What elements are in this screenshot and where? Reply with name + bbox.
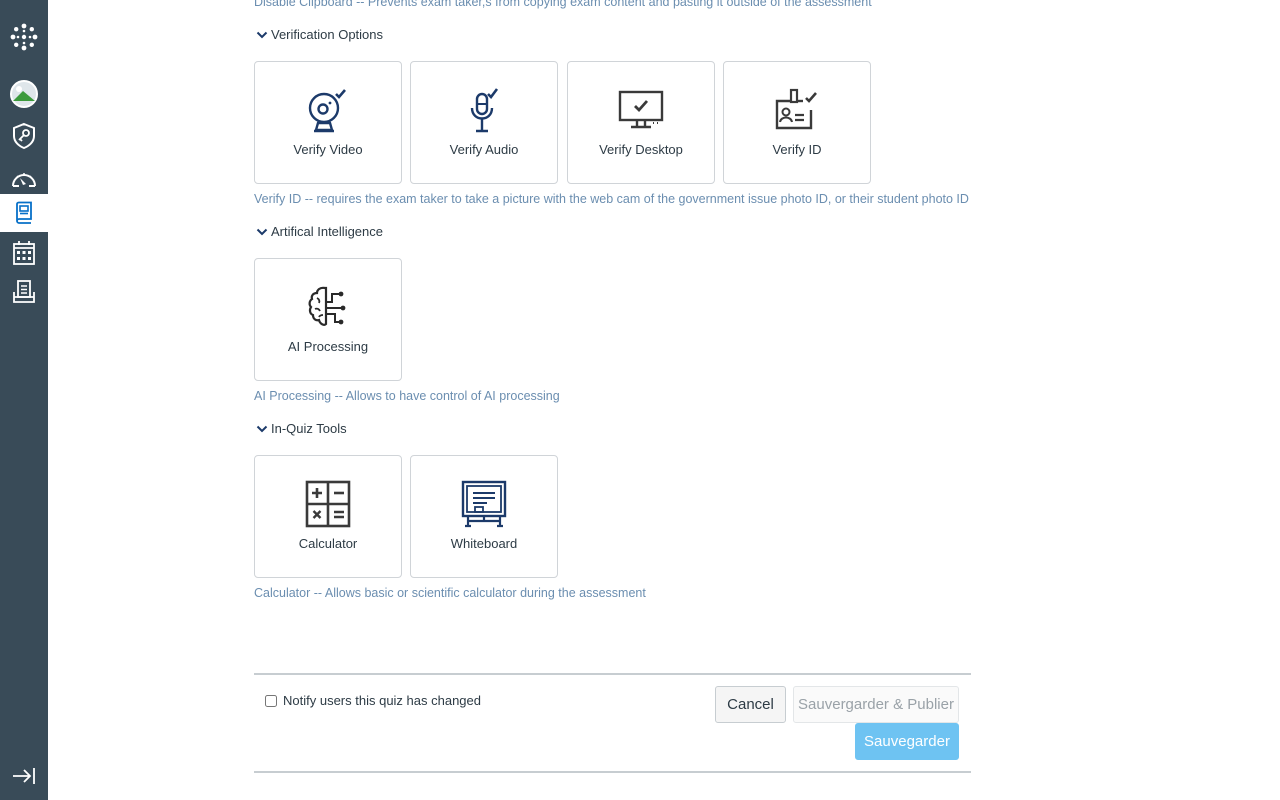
nav-admin[interactable] bbox=[0, 117, 48, 155]
canvas-logo-icon bbox=[10, 23, 38, 51]
calculator-icon bbox=[305, 480, 351, 528]
cancel-button[interactable]: Cancel bbox=[715, 686, 786, 723]
chevron-down-icon bbox=[256, 228, 268, 235]
nav-calendar[interactable] bbox=[0, 234, 48, 272]
nav-dashboard[interactable] bbox=[0, 159, 48, 197]
id-badge-check-icon bbox=[775, 88, 817, 130]
tile-label: Verify Desktop bbox=[599, 142, 683, 157]
speedometer-icon bbox=[12, 173, 36, 187]
section-toggle-verification-options[interactable]: Verification Options bbox=[256, 27, 383, 42]
footer-divider-bottom bbox=[254, 771, 971, 773]
tile-label: Verify ID bbox=[772, 142, 822, 157]
save-and-publish-button[interactable]: Sauvergarder & Publier bbox=[793, 686, 959, 723]
section-title: Verification Options bbox=[271, 27, 384, 42]
inbox-icon bbox=[13, 280, 35, 303]
tile-label: Calculator bbox=[298, 536, 358, 551]
tile-label: Whiteboard bbox=[450, 536, 518, 551]
nav-collapse[interactable] bbox=[0, 757, 48, 795]
tile-whiteboard[interactable]: Whiteboard bbox=[410, 455, 558, 578]
notify-users-label: Notify users this quiz has changed bbox=[283, 693, 481, 708]
footer-divider-top bbox=[254, 673, 971, 675]
tile-ai-processing[interactable]: AI Processing bbox=[254, 258, 402, 381]
monitor-check-icon bbox=[618, 90, 664, 129]
section-title: Artifical Intelligence bbox=[271, 224, 383, 239]
section-toggle-in-quiz-tools[interactable]: In-Quiz Tools bbox=[256, 421, 347, 436]
notify-users-checkbox[interactable] bbox=[265, 694, 277, 707]
brain-circuit-icon bbox=[308, 286, 346, 326]
book-icon bbox=[16, 201, 32, 224]
disable-clipboard-help-text: Disable Clipboard -- Prevents exam taker… bbox=[254, 0, 872, 9]
collapse-arrow-icon bbox=[13, 768, 35, 784]
tile-calculator[interactable]: Calculator bbox=[254, 455, 402, 578]
whiteboard-icon bbox=[461, 480, 507, 528]
calendar-icon bbox=[13, 241, 35, 265]
global-navigation bbox=[0, 0, 48, 800]
nav-account[interactable] bbox=[0, 75, 48, 113]
tile-verify-audio[interactable]: Verify Audio bbox=[410, 61, 558, 184]
shield-key-icon bbox=[13, 122, 35, 150]
webcam-check-icon bbox=[308, 89, 346, 133]
save-button[interactable]: Sauvegarder bbox=[855, 723, 959, 760]
tile-label: Verify Video bbox=[293, 142, 363, 157]
tile-label: Verify Audio bbox=[449, 142, 519, 157]
nav-courses[interactable] bbox=[0, 194, 48, 232]
notify-users-option[interactable]: Notify users this quiz has changed bbox=[265, 693, 481, 708]
section-toggle-artificial-intelligence[interactable]: Artifical Intelligence bbox=[256, 224, 383, 239]
calculator-help-text: Calculator -- Allows basic or scientific… bbox=[254, 586, 646, 600]
tile-verify-desktop[interactable]: Verify Desktop bbox=[567, 61, 715, 184]
quiz-settings-content: Disable Clipboard -- Prevents exam taker… bbox=[48, 0, 1280, 800]
tile-verify-id[interactable]: Verify ID bbox=[723, 61, 871, 184]
chevron-down-icon bbox=[256, 31, 268, 38]
section-title: In-Quiz Tools bbox=[271, 421, 347, 436]
tile-verify-video[interactable]: Verify Video bbox=[254, 61, 402, 184]
account-avatar-icon bbox=[10, 80, 38, 108]
ai-processing-help-text: AI Processing -- Allows to have control … bbox=[254, 389, 560, 403]
tile-label: AI Processing bbox=[287, 339, 369, 354]
chevron-down-icon bbox=[256, 425, 268, 432]
nav-inbox[interactable] bbox=[0, 273, 48, 311]
microphone-check-icon bbox=[470, 88, 499, 133]
nav-logo[interactable] bbox=[0, 18, 48, 56]
verify-id-help-text: Verify ID -- requires the exam taker to … bbox=[254, 192, 969, 206]
